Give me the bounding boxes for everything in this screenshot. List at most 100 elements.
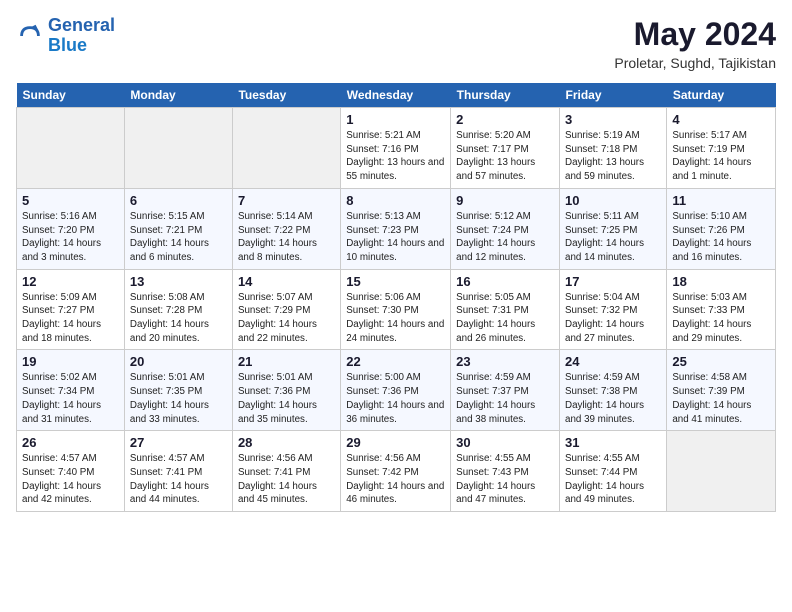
calendar-cell: 2 Sunrise: 5:20 AMSunset: 7:17 PMDaylight…: [451, 108, 560, 189]
day-info: Sunrise: 5:15 AMSunset: 7:21 PMDaylight:…: [130, 210, 227, 265]
calendar-cell: 12 Sunrise: 5:09 AMSunset: 7:27 PMDayligh…: [17, 269, 125, 350]
day-number: 23: [456, 354, 554, 369]
calendar-cell: 7 Sunrise: 5:14 AMSunset: 7:22 PMDaylight…: [232, 188, 340, 269]
calendar-cell: [667, 431, 776, 512]
day-info: Sunrise: 5:04 AMSunset: 7:32 PMDaylight:…: [565, 291, 661, 346]
day-info: Sunrise: 4:55 AMSunset: 7:43 PMDaylight:…: [456, 452, 554, 507]
calendar-table: SundayMondayTuesdayWednesdayThursdayFrid…: [16, 83, 776, 512]
calendar-cell: 13 Sunrise: 5:08 AMSunset: 7:28 PMDayligh…: [124, 269, 232, 350]
calendar-cell: 31 Sunrise: 4:55 AMSunset: 7:44 PMDayligh…: [560, 431, 667, 512]
calendar-cell: [232, 108, 340, 189]
calendar-cell: 30 Sunrise: 4:55 AMSunset: 7:43 PMDayligh…: [451, 431, 560, 512]
day-info: Sunrise: 4:55 AMSunset: 7:44 PMDaylight:…: [565, 452, 661, 507]
calendar-cell: 1Sunrise: 5:21 AMSunset: 7:16 PMDaylight…: [341, 108, 451, 189]
day-number: 12: [22, 274, 119, 289]
day-number: 2: [456, 112, 554, 127]
page-header: General Blue May 2024 Proletar, Sughd, T…: [16, 16, 776, 71]
day-info: Sunrise: 4:59 AMSunset: 7:38 PMDaylight:…: [565, 371, 661, 426]
calendar-cell: 16 Sunrise: 5:05 AMSunset: 7:31 PMDayligh…: [451, 269, 560, 350]
day-number: 8: [346, 193, 445, 208]
calendar-cell: 21 Sunrise: 5:01 AMSunset: 7:36 PMDayligh…: [232, 350, 340, 431]
day-info: Sunrise: 5:06 AMSunset: 7:30 PMDaylight:…: [346, 291, 445, 346]
day-info: Sunrise: 4:56 AMSunset: 7:42 PMDaylight:…: [346, 452, 445, 507]
month-year: May 2024: [614, 16, 776, 53]
dow-header-wednesday: Wednesday: [341, 83, 451, 108]
day-info: Sunrise: 5:14 AMSunset: 7:22 PMDaylight:…: [238, 210, 335, 265]
day-number: 27: [130, 435, 227, 450]
calendar-cell: 5 Sunrise: 5:16 AMSunset: 7:20 PMDaylight…: [17, 188, 125, 269]
day-number: 21: [238, 354, 335, 369]
day-info: Sunrise: 4:57 AMSunset: 7:41 PMDaylight:…: [130, 452, 227, 507]
dow-header-friday: Friday: [560, 83, 667, 108]
day-number: 7: [238, 193, 335, 208]
day-info: Sunrise: 5:20 AMSunset: 7:17 PMDaylight:…: [456, 129, 554, 184]
day-info: Sunrise: 5:19 AMSunset: 7:18 PMDaylight:…: [565, 129, 661, 184]
day-number: 4: [672, 112, 770, 127]
day-number: 28: [238, 435, 335, 450]
day-number: 24: [565, 354, 661, 369]
day-number: 11: [672, 193, 770, 208]
calendar-cell: 19 Sunrise: 5:02 AMSunset: 7:34 PMDayligh…: [17, 350, 125, 431]
day-number: 20: [130, 354, 227, 369]
day-info: Sunrise: 5:05 AMSunset: 7:31 PMDaylight:…: [456, 291, 554, 346]
calendar-cell: 14Sunrise: 5:07 AMSunset: 7:29 PMDayligh…: [232, 269, 340, 350]
day-number: 31: [565, 435, 661, 450]
day-number: 30: [456, 435, 554, 450]
logo: General Blue: [16, 16, 115, 56]
day-number: 6: [130, 193, 227, 208]
day-info: Sunrise: 4:59 AMSunset: 7:37 PMDaylight:…: [456, 371, 554, 426]
day-info: Sunrise: 5:11 AMSunset: 7:25 PMDaylight:…: [565, 210, 661, 265]
calendar-cell: 20 Sunrise: 5:01 AMSunset: 7:35 PMDayligh…: [124, 350, 232, 431]
day-number: 25: [672, 354, 770, 369]
calendar-cell: 23 Sunrise: 4:59 AMSunset: 7:37 PMDayligh…: [451, 350, 560, 431]
day-info: Sunrise: 5:16 AMSunset: 7:20 PMDaylight:…: [22, 210, 119, 265]
logo-text: General Blue: [48, 16, 115, 56]
dow-header-thursday: Thursday: [451, 83, 560, 108]
dow-header-monday: Monday: [124, 83, 232, 108]
day-info: Sunrise: 4:56 AMSunset: 7:41 PMDaylight:…: [238, 452, 335, 507]
calendar-cell: 6 Sunrise: 5:15 AMSunset: 7:21 PMDaylight…: [124, 188, 232, 269]
dow-header-tuesday: Tuesday: [232, 83, 340, 108]
dow-header-sunday: Sunday: [17, 83, 125, 108]
calendar-cell: 3 Sunrise: 5:19 AMSunset: 7:18 PMDaylight…: [560, 108, 667, 189]
day-info: Sunrise: 5:09 AMSunset: 7:27 PMDaylight:…: [22, 291, 119, 346]
calendar-cell: 18 Sunrise: 5:03 AMSunset: 7:33 PMDayligh…: [667, 269, 776, 350]
calendar-cell: 24 Sunrise: 4:59 AMSunset: 7:38 PMDayligh…: [560, 350, 667, 431]
day-number: 15: [346, 274, 445, 289]
day-info: Sunrise: 5:02 AMSunset: 7:34 PMDaylight:…: [22, 371, 119, 426]
day-info: Sunrise: 5:13 AMSunset: 7:23 PMDaylight:…: [346, 210, 445, 265]
location: Proletar, Sughd, Tajikistan: [614, 55, 776, 71]
day-info: Sunrise: 4:58 AMSunset: 7:39 PMDaylight:…: [672, 371, 770, 426]
day-info: Sunrise: 4:57 AMSunset: 7:40 PMDaylight:…: [22, 452, 119, 507]
day-info: Sunrise: 5:03 AMSunset: 7:33 PMDaylight:…: [672, 291, 770, 346]
day-info: Sunrise: 5:01 AMSunset: 7:36 PMDaylight:…: [238, 371, 335, 426]
day-number: 10: [565, 193, 661, 208]
calendar-cell: 29Sunrise: 4:56 AMSunset: 7:42 PMDayligh…: [341, 431, 451, 512]
calendar-cell: 11 Sunrise: 5:10 AMSunset: 7:26 PMDayligh…: [667, 188, 776, 269]
title-block: May 2024 Proletar, Sughd, Tajikistan: [614, 16, 776, 71]
day-info: Sunrise: 5:17 AMSunset: 7:19 PMDaylight:…: [672, 129, 770, 184]
calendar-cell: 4 Sunrise: 5:17 AMSunset: 7:19 PMDaylight…: [667, 108, 776, 189]
day-number: 22: [346, 354, 445, 369]
calendar-cell: [124, 108, 232, 189]
day-number: 16: [456, 274, 554, 289]
day-number: 19: [22, 354, 119, 369]
day-info: Sunrise: 5:08 AMSunset: 7:28 PMDaylight:…: [130, 291, 227, 346]
day-info: Sunrise: 5:10 AMSunset: 7:26 PMDaylight:…: [672, 210, 770, 265]
calendar-cell: 25 Sunrise: 4:58 AMSunset: 7:39 PMDayligh…: [667, 350, 776, 431]
calendar-cell: 17Sunrise: 5:04 AMSunset: 7:32 PMDayligh…: [560, 269, 667, 350]
day-number: 18: [672, 274, 770, 289]
day-info: Sunrise: 5:12 AMSunset: 7:24 PMDaylight:…: [456, 210, 554, 265]
day-number: 14: [238, 274, 335, 289]
day-number: 3: [565, 112, 661, 127]
calendar-cell: 9Sunrise: 5:12 AMSunset: 7:24 PMDaylight…: [451, 188, 560, 269]
calendar-cell: 10 Sunrise: 5:11 AMSunset: 7:25 PMDayligh…: [560, 188, 667, 269]
day-info: Sunrise: 5:00 AMSunset: 7:36 PMDaylight:…: [346, 371, 445, 426]
day-number: 26: [22, 435, 119, 450]
calendar-cell: 26 Sunrise: 4:57 AMSunset: 7:40 PMDayligh…: [17, 431, 125, 512]
day-number: 13: [130, 274, 227, 289]
day-number: 5: [22, 193, 119, 208]
calendar-cell: 22 Sunrise: 5:00 AMSunset: 7:36 PMDayligh…: [341, 350, 451, 431]
day-info: Sunrise: 5:01 AMSunset: 7:35 PMDaylight:…: [130, 371, 227, 426]
calendar-cell: 27 Sunrise: 4:57 AMSunset: 7:41 PMDayligh…: [124, 431, 232, 512]
